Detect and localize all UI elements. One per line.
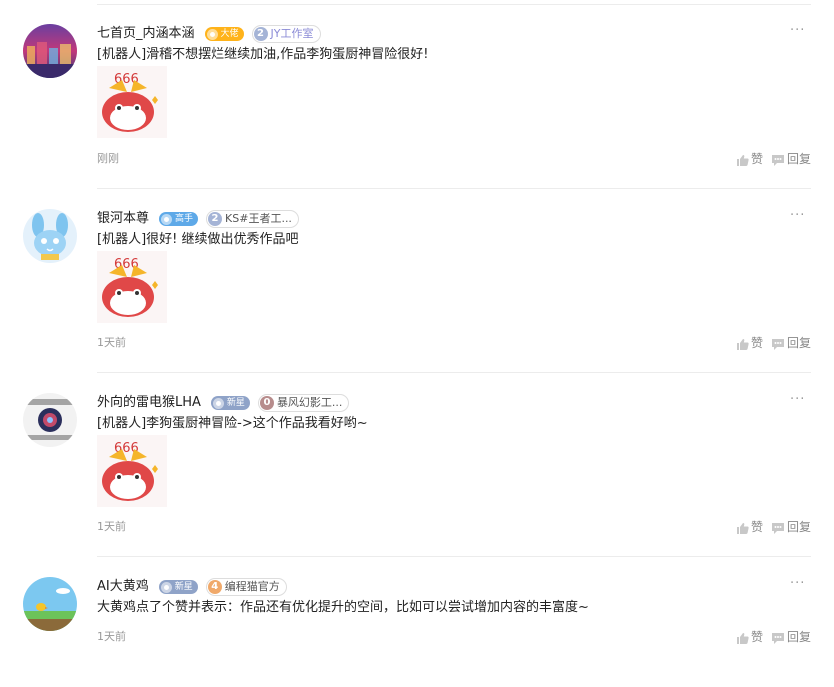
studio-logo-avatar-icon [23,393,77,447]
like-button[interactable]: 赞 [736,336,763,350]
studio-level-number: 4 [207,580,222,594]
comment-actions: 赞 回复 [736,152,811,166]
comment-text: [机器人]滑稽不想摆烂继续加油,作品李狗蛋厨神冒险很好! [97,47,429,62]
thumbs-up-icon [737,632,749,644]
blue-bunny-avatar-icon [23,209,77,263]
username[interactable]: AI大黄鸡 [97,578,149,596]
reply-button[interactable]: 回复 [771,630,811,644]
level-badge: 大佬 [204,27,244,41]
reply-label: 回复 [787,520,812,534]
comment-text: [机器人]很好! 继续做出优秀作品吧 [97,232,299,247]
reply-button[interactable]: 回复 [771,520,811,534]
like-label: 赞 [751,152,764,166]
comment-header: 外向的雷电猴LHA 新星 0 暴风幻影工... [97,394,350,412]
comment-header: AI大黄鸡 新星 4 编程猫官方 [97,578,287,596]
user-avatar[interactable] [23,24,77,78]
level-badge: 高手 [159,212,199,226]
user-avatar[interactable] [23,209,77,263]
level-badge: 新星 [158,580,198,594]
studio-badge[interactable]: 2 KS#王者工... [206,210,299,228]
reply-bubble-icon [772,338,785,350]
user-avatar[interactable] [23,577,77,631]
comment-time: 刚刚 [97,152,119,165]
studio-level-number: 2 [253,27,268,41]
thumbs-up-icon [737,338,749,350]
thumbs-up-icon [737,154,749,166]
sticker-image: 666 [97,66,167,138]
reply-button[interactable]: 回复 [771,152,811,166]
fox-666-sticker-icon: 666 [102,441,158,501]
level-badge-label: 新星 [174,582,193,592]
level-badge-label: 大佬 [220,29,239,39]
more-options-button[interactable]: ··· [790,209,805,223]
comment-item: 银河本尊 高手 2 KS#王者工... ··· [机器人]很好! 继续做出优秀作… [0,209,834,359]
username[interactable]: 七首页_内涵本涵 [97,25,195,43]
reply-bubble-icon [772,632,785,644]
comment-time: 1天前 [97,630,126,643]
like-button[interactable]: 赞 [736,520,763,534]
comment-text: 大黄鸡点了个赞并表示：作品还有优化提升的空间，比如可以尝试增加内容的丰富度~ [97,600,589,615]
top-divider [97,4,811,5]
username[interactable]: 银河本尊 [97,210,149,228]
level-badge-label: 新星 [226,398,245,408]
like-button[interactable]: 赞 [736,152,763,166]
studio-badge[interactable]: 0 暴风幻影工... [257,394,350,412]
sticker-image: 666 [97,435,167,507]
comment-time: 1天前 [97,336,126,349]
yellow-chick-avatar-icon [23,577,77,631]
more-options-button[interactable]: ··· [790,393,805,407]
city-night-avatar-icon [23,24,77,78]
studio-name: KS#王者工... [225,212,292,225]
comment-divider [97,188,811,189]
comment-item: 七首页_内涵本涵 大佬 2 JY工作室 ··· [机器人]滑稽不想摆烂继续加油,… [0,24,834,174]
more-options-button[interactable]: ··· [790,24,805,38]
comment-time: 1天前 [97,520,126,533]
crown-icon [206,28,218,40]
sticker-image: 666 [97,251,167,323]
username[interactable]: 外向的雷电猴LHA [97,394,201,412]
level-icon [160,581,172,593]
level-badge: 新星 [210,396,250,410]
level-icon [212,397,224,409]
comment-divider [97,556,811,557]
studio-badge[interactable]: 2 JY工作室 [251,25,321,43]
user-avatar[interactable] [23,393,77,447]
studio-name: 暴风幻影工... [276,396,343,409]
comment-text: [机器人]李狗蛋厨神冒险->这个作品我看好哟~ [97,416,368,431]
thumbs-up-icon [737,522,749,534]
level-badge-label: 高手 [175,214,194,224]
like-button[interactable]: 赞 [736,630,763,644]
comment-item: AI大黄鸡 新星 4 编程猫官方 ··· 大黄鸡点了个赞并表示：作品还有优化提升… [0,577,834,647]
comment-divider [97,372,811,373]
studio-level-number: 2 [208,212,223,226]
like-label: 赞 [751,336,764,350]
reply-label: 回复 [787,152,812,166]
comment-actions: 赞 回复 [736,336,811,350]
comment-actions: 赞 回复 [736,630,811,644]
studio-badge[interactable]: 4 编程猫官方 [205,578,287,596]
fox-666-sticker-icon: 666 [102,72,158,132]
reply-bubble-icon [772,154,785,166]
reply-button[interactable]: 回复 [771,336,811,350]
studio-name: 编程猫官方 [224,580,280,593]
like-label: 赞 [751,520,764,534]
level-icon [161,213,173,225]
reply-label: 回复 [787,336,812,350]
reply-label: 回复 [787,630,812,644]
like-label: 赞 [751,630,764,644]
fox-666-sticker-icon: 666 [102,257,158,317]
comment-header: 银河本尊 高手 2 KS#王者工... [97,210,299,228]
studio-name: JY工作室 [270,27,314,40]
comment-header: 七首页_内涵本涵 大佬 2 JY工作室 [97,25,321,43]
comment-item: 外向的雷电猴LHA 新星 0 暴风幻影工... ··· [机器人]李狗蛋厨神冒险… [0,393,834,543]
reply-bubble-icon [772,522,785,534]
comment-actions: 赞 回复 [736,520,811,534]
more-options-button[interactable]: ··· [790,577,805,591]
studio-level-number: 0 [259,396,274,410]
